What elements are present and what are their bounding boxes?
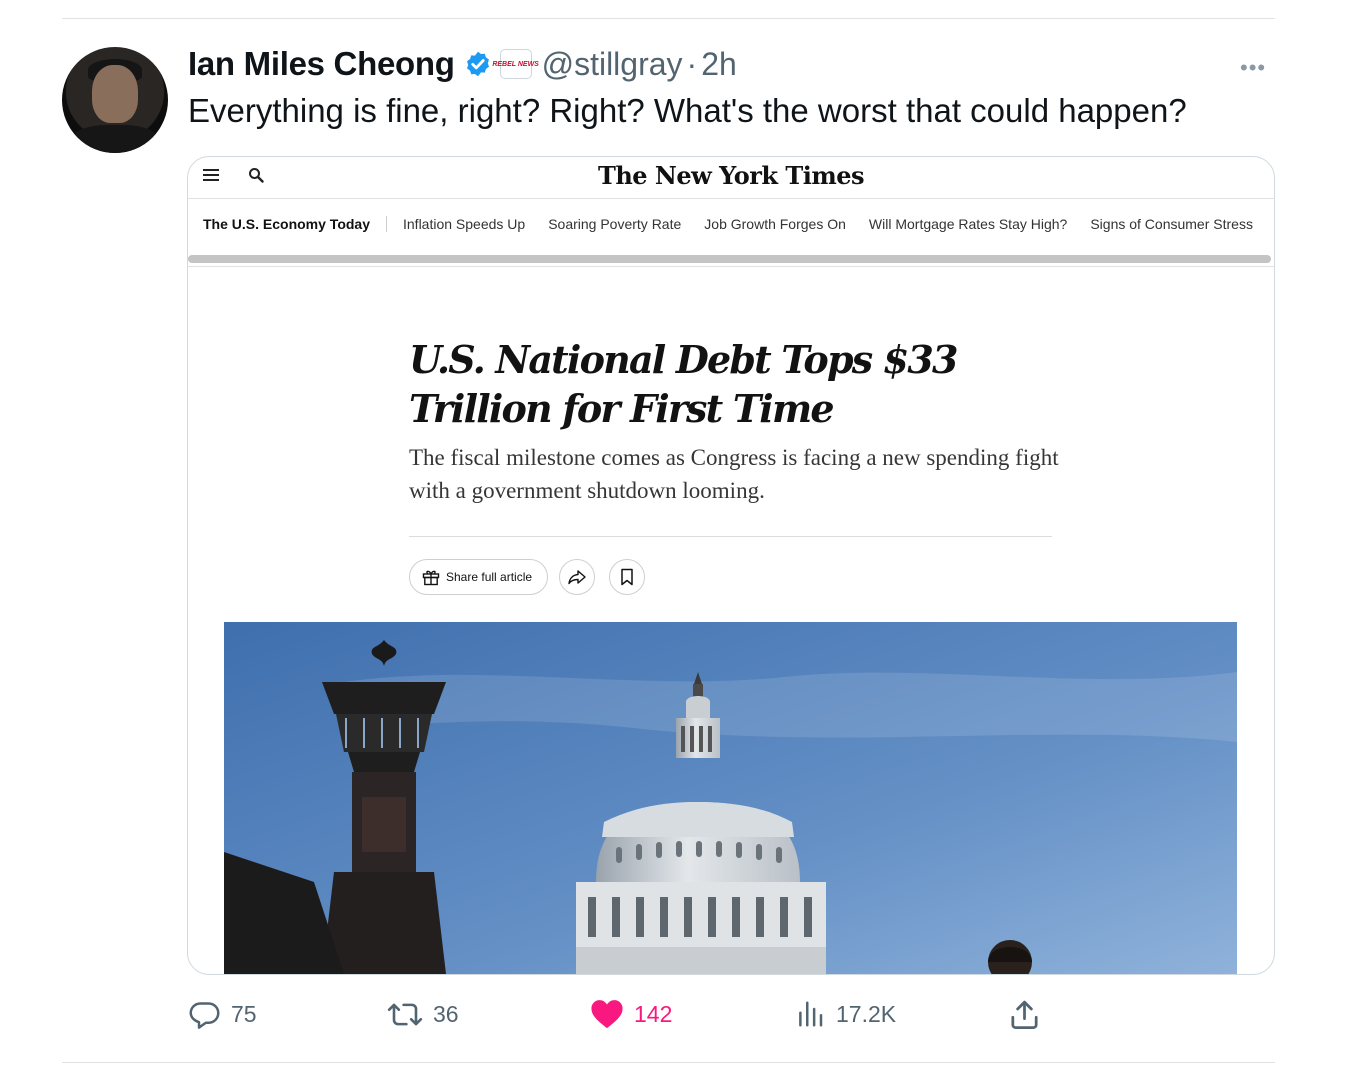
tweet-text: Everything is fine, right? Right? What's… [188, 92, 1187, 129]
nav-item-economy-today: The U.S. Economy Today [188, 216, 387, 232]
nav-item: Inflation Speeds Up [403, 216, 526, 232]
share-arrow-button [559, 559, 595, 595]
article-summary: The fiscal milestone comes as Congress i… [409, 445, 1059, 503]
share-arrow-icon [568, 570, 586, 585]
author-name[interactable]: Ian Miles Cheong [188, 45, 455, 83]
reply-button[interactable]: 75 [188, 996, 257, 1032]
reply-count: 75 [231, 1000, 257, 1027]
capitol-photo [224, 622, 1237, 974]
nav-item: Will Mortgage Rates Stay High? [868, 216, 1068, 232]
share-label: Share full article [446, 570, 533, 584]
nav-divider [188, 266, 1274, 267]
nav-item: Soaring Poverty Rate [548, 216, 682, 232]
bottom-divider [62, 1062, 1275, 1063]
share-upload-icon [1011, 1000, 1038, 1029]
article-headline: U.S. National Debt Tops $33 Trillion for… [409, 337, 959, 431]
like-button[interactable]: 142 [590, 996, 672, 1032]
share-full-article-button: Share full article [409, 559, 548, 595]
timestamp[interactable]: 2h [701, 46, 737, 83]
verified-badge-icon[interactable] [464, 50, 492, 78]
bookmark-button [609, 559, 645, 595]
repost-icon [387, 1003, 423, 1025]
author-handle[interactable]: @stillgray [542, 46, 683, 83]
analytics-icon [799, 1001, 823, 1027]
heart-filled-icon [591, 1000, 623, 1029]
top-divider [62, 18, 1275, 19]
repost-button[interactable]: 36 [387, 996, 459, 1032]
affiliation-badge[interactable]: REBEL NEWS [492, 49, 539, 79]
views-button[interactable]: 17.2K [796, 996, 896, 1032]
separator-dot: · [686, 45, 698, 82]
nyt-masthead: The New York Times [188, 157, 1274, 199]
tweet-header: Ian Miles Cheong REBEL NEWS @stillgray ·… [188, 42, 737, 86]
more-options-icon[interactable]: ••• [1240, 55, 1266, 81]
link-card[interactable]: The New York Times The U.S. Economy Toda… [187, 156, 1275, 975]
nyt-logo: The New York Times [598, 161, 865, 190]
views-count: 17.2K [836, 1000, 897, 1027]
capitol-illustration [224, 622, 1237, 974]
like-count: 142 [634, 1000, 673, 1027]
affiliation-badge-text: REBEL NEWS [492, 60, 539, 68]
tweet-actions: 75 36 142 17.2K [0, 996, 1352, 1032]
reply-icon [189, 1001, 220, 1029]
gift-icon [422, 570, 440, 586]
summary-divider [409, 536, 1052, 537]
avatar[interactable] [62, 47, 168, 153]
repost-count: 36 [433, 1000, 459, 1027]
nav-item: Signs of Consumer Stress [1090, 216, 1253, 232]
bookmark-icon [621, 568, 633, 586]
nav-item: Job Growth Forges On [704, 216, 846, 232]
share-button[interactable] [1008, 996, 1051, 1032]
nav-scrollbar [188, 255, 1271, 263]
section-nav: The U.S. Economy Today Inflation Speeds … [188, 199, 1274, 249]
